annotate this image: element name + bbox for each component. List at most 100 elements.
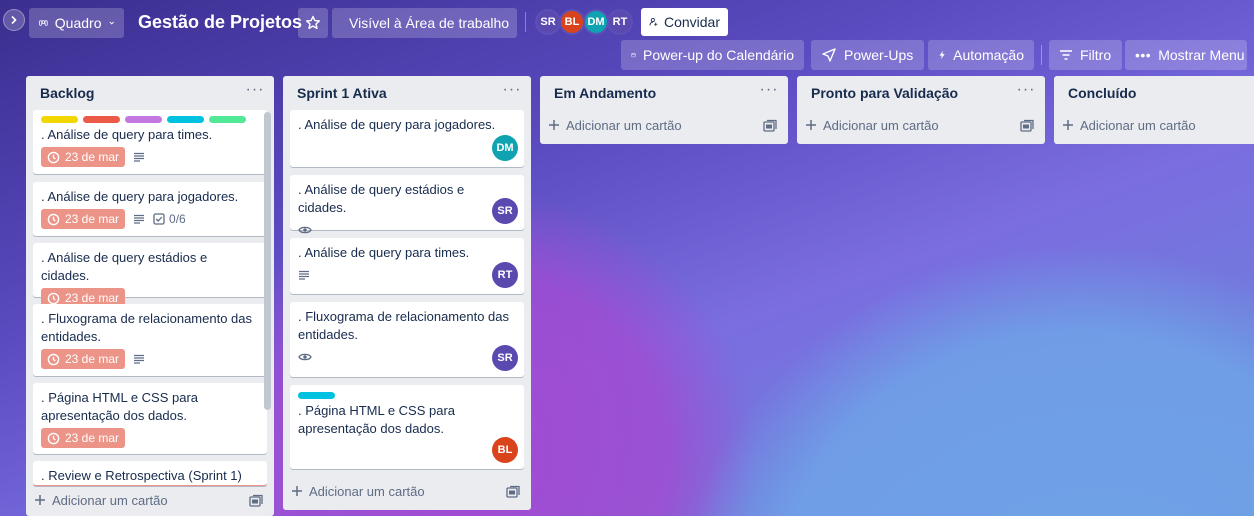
due-date-text: 23 de mar bbox=[65, 352, 120, 366]
due-date-badge[interactable]: 23 de mar bbox=[41, 349, 126, 369]
card[interactable]: . Análise de query estádios e cidades. 2… bbox=[33, 243, 267, 308]
card-title: . Análise de query estádios e cidades. bbox=[41, 250, 208, 283]
star-icon bbox=[306, 15, 320, 30]
due-date-badge[interactable]: 23 de mar bbox=[41, 428, 126, 448]
show-menu-button[interactable]: ••• Mostrar Menu bbox=[1125, 40, 1247, 70]
member-avatar-rt[interactable]: RT bbox=[607, 9, 633, 35]
description-icon bbox=[133, 354, 145, 364]
automation-label: Automação bbox=[953, 47, 1024, 63]
add-card-button[interactable]: Adicionar um cartão bbox=[1062, 112, 1196, 138]
list-concluido: Concluído Adicionar um cartão bbox=[1054, 76, 1254, 144]
add-member-icon bbox=[649, 18, 658, 26]
list-title[interactable]: Concluído bbox=[1068, 85, 1136, 101]
label-yellow[interactable] bbox=[41, 116, 78, 123]
sidebar-toggle-button[interactable] bbox=[3, 9, 25, 31]
calendar-powerup-label: Power-up do Calendário bbox=[643, 47, 794, 63]
plus-icon bbox=[35, 495, 45, 505]
clock-icon bbox=[47, 213, 60, 225]
list-title[interactable]: Pronto para Validação bbox=[811, 85, 958, 101]
label-sky[interactable] bbox=[167, 116, 204, 123]
card-badges bbox=[298, 347, 516, 367]
description-icon bbox=[133, 214, 145, 224]
due-date-badge[interactable]: 23 de mar bbox=[41, 209, 126, 229]
list-menu-button[interactable]: ··· bbox=[501, 80, 523, 100]
list-title[interactable]: Em Andamento bbox=[554, 85, 656, 101]
due-date-text: 23 de mar bbox=[65, 431, 120, 445]
add-card-button[interactable]: Adicionar um cartão bbox=[805, 112, 939, 138]
plus-icon bbox=[292, 486, 302, 496]
list-menu-button[interactable]: ··· bbox=[1015, 80, 1037, 100]
card-title: . Fluxograma de relacionamento das entid… bbox=[41, 311, 253, 344]
card[interactable]: . Página HTML e CSS para apresentação do… bbox=[33, 383, 267, 454]
list-scrollbar[interactable] bbox=[264, 112, 271, 410]
star-board-button[interactable] bbox=[298, 8, 328, 38]
card[interactable]: . Página HTML e CSS para apresentação do… bbox=[290, 385, 524, 469]
card[interactable]: . Fluxograma de relacionamento das entid… bbox=[290, 302, 524, 377]
card[interactable]: . Fluxograma de relacionamento das entid… bbox=[33, 304, 267, 376]
card[interactable]: . Análise de query para jogadores. 23 de… bbox=[33, 182, 267, 236]
chevron-right-icon bbox=[11, 15, 17, 25]
add-card-button[interactable]: Adicionar um cartão bbox=[34, 487, 168, 513]
watching-eye-icon bbox=[298, 352, 312, 362]
add-card-label: Adicionar um cartão bbox=[52, 492, 168, 508]
card-member-avatar[interactable]: DM bbox=[492, 135, 518, 161]
list-title[interactable]: Backlog bbox=[40, 85, 94, 101]
card[interactable]: . Análise de query estádios e cidades. S… bbox=[290, 175, 524, 234]
board-header: Quadro Gestão de Projetos Visível à Área… bbox=[0, 0, 1254, 76]
clock-icon bbox=[47, 353, 60, 365]
watching-eye-icon bbox=[298, 225, 312, 235]
card[interactable]: . Análise de query para times. 23 de mar bbox=[33, 110, 267, 174]
add-card-button[interactable]: Adicionar um cartão bbox=[291, 478, 425, 504]
list-header: Sprint 1 Ativa ··· bbox=[283, 76, 531, 110]
card[interactable]: . Review e Retrospectiva (Sprint 1) bbox=[33, 461, 267, 486]
invite-label: Convidar bbox=[663, 14, 720, 30]
card-template-icon[interactable] bbox=[762, 118, 778, 134]
invite-button[interactable]: Convidar bbox=[641, 8, 728, 36]
add-card-label: Adicionar um cartão bbox=[823, 117, 939, 133]
card-member-avatar[interactable]: RT bbox=[492, 262, 518, 288]
calendar-icon bbox=[631, 52, 636, 58]
card-member-avatar[interactable]: SR bbox=[492, 198, 518, 224]
list-title[interactable]: Sprint 1 Ativa bbox=[297, 85, 387, 101]
card-title: . Fluxograma de relacionamento das entid… bbox=[298, 309, 510, 342]
label-sky[interactable] bbox=[298, 392, 335, 399]
label-purple[interactable] bbox=[125, 116, 162, 123]
card-title: . Análise de query para times. bbox=[298, 245, 470, 260]
list-menu-button[interactable]: ··· bbox=[244, 80, 266, 100]
show-menu-label: Mostrar Menu bbox=[1158, 47, 1245, 63]
board-title[interactable]: Gestão de Projetos bbox=[138, 10, 302, 34]
label-lime[interactable] bbox=[209, 116, 246, 123]
card-template-icon[interactable] bbox=[505, 484, 521, 500]
list-header: Backlog ··· bbox=[26, 76, 274, 110]
visibility-button[interactable]: Visível à Área de trabalho bbox=[332, 8, 517, 38]
description-icon bbox=[133, 152, 145, 162]
list-backlog: Backlog ··· . Análise de query para time… bbox=[26, 76, 274, 516]
filter-icon bbox=[1060, 50, 1072, 60]
label-red[interactable] bbox=[83, 116, 120, 123]
list-em-andamento: Em Andamento ··· Adicionar um cartão bbox=[540, 76, 788, 144]
due-date-badge[interactable]: 23 de mar bbox=[41, 147, 126, 167]
card-member-avatar[interactable]: BL bbox=[492, 437, 518, 463]
add-card-label: Adicionar um cartão bbox=[309, 483, 425, 499]
add-card-button[interactable]: Adicionar um cartão bbox=[548, 112, 682, 138]
member-avatar-sr[interactable]: SR bbox=[535, 9, 561, 35]
card-member-avatar[interactable]: SR bbox=[492, 345, 518, 371]
plus-icon bbox=[549, 120, 559, 130]
list-menu-button[interactable]: ··· bbox=[758, 80, 780, 100]
member-avatar-bl[interactable]: BL bbox=[559, 9, 585, 35]
powerups-button[interactable]: Power-Ups bbox=[811, 40, 924, 70]
card-labels bbox=[298, 392, 516, 399]
calendar-powerup-button[interactable]: Power-up do Calendário bbox=[621, 40, 804, 70]
card-template-icon[interactable] bbox=[248, 493, 264, 509]
clock-icon bbox=[47, 432, 60, 444]
board-view-switcher[interactable]: Quadro bbox=[29, 8, 124, 38]
card[interactable]: . Análise de query para jogadores. DM bbox=[290, 110, 524, 167]
card[interactable]: . Análise de query para times. RT bbox=[290, 238, 524, 294]
due-date-text: 23 de mar bbox=[65, 212, 120, 226]
automation-button[interactable]: Automação bbox=[928, 40, 1034, 70]
filter-button[interactable]: Filtro bbox=[1049, 40, 1122, 70]
card-badges bbox=[298, 220, 516, 240]
card-template-icon[interactable] bbox=[1019, 118, 1035, 134]
card-title: . Análise de query para times. bbox=[41, 127, 213, 142]
member-avatar-dm[interactable]: DM bbox=[583, 9, 609, 35]
